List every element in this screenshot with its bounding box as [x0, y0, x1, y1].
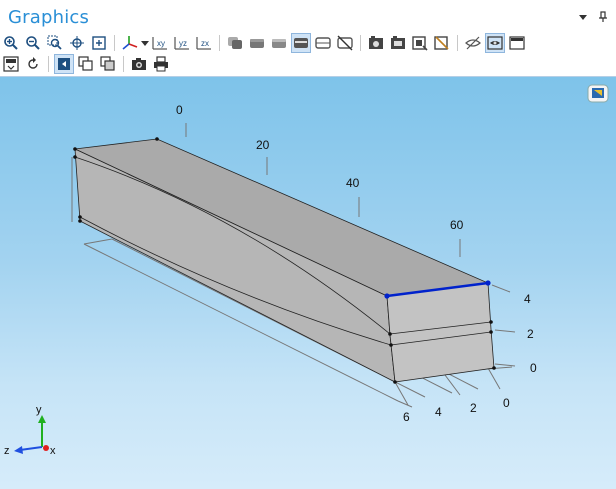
title-bar: Graphics: [0, 0, 616, 32]
photo-icon[interactable]: [129, 54, 149, 74]
toolbar-row-2: [0, 53, 616, 75]
print-icon[interactable]: [151, 54, 171, 74]
axis-tick-right-2: 2: [527, 327, 534, 341]
graphics-viewport[interactable]: 0 20 40 60 4 2 0 0 2 4 6 y z x: [0, 76, 616, 489]
copy-icon[interactable]: [76, 54, 96, 74]
graphics-window: Graphics xy yz zx 0 20 40 60 4 2 0 0 2 4…: [0, 0, 616, 489]
selected-vertex-1: [384, 293, 390, 299]
view-dropdown-icon[interactable]: [141, 33, 149, 53]
dropdown-icon[interactable]: [576, 10, 590, 24]
toolbar-separator: [114, 35, 115, 51]
view-zx-icon[interactable]: zx: [194, 33, 214, 53]
axis-tick-top-0: 0: [176, 103, 183, 117]
select-boundaries-icon[interactable]: [291, 33, 311, 53]
axis-tick-bottom-0: 0: [503, 396, 510, 410]
view-xy-icon[interactable]: xy: [150, 33, 170, 53]
axis-tick-right-0: 0: [530, 361, 537, 375]
camera-icon[interactable]: [388, 33, 408, 53]
render-icon[interactable]: [269, 33, 289, 53]
toolbar-separator: [360, 35, 361, 51]
reset-view-icon[interactable]: [23, 54, 43, 74]
reset-icon[interactable]: [432, 33, 452, 53]
svg-text:zx: zx: [201, 39, 209, 48]
scene-canvas[interactable]: 0 20 40 60 4 2 0 0 2 4 6 y z x: [0, 77, 616, 489]
axis-tick-bottom-2: 2: [470, 401, 477, 415]
grid-icon[interactable]: [1, 54, 21, 74]
capture-icon[interactable]: [410, 33, 430, 53]
lighting-icon[interactable]: [54, 54, 74, 74]
image-snapshot-icon[interactable]: [366, 33, 386, 53]
view-axes-icon[interactable]: [120, 33, 140, 53]
transparency-icon[interactable]: [225, 33, 245, 53]
wireframe-icon[interactable]: [247, 33, 267, 53]
triad-x-label: x: [50, 445, 56, 457]
axis-tick-right-4: 4: [524, 292, 531, 306]
panel-icon[interactable]: [507, 33, 527, 53]
select-edges-icon[interactable]: [313, 33, 333, 53]
axis-tick-top-20: 20: [256, 138, 270, 152]
view-yz-icon[interactable]: yz: [172, 33, 192, 53]
toolbar-row-1: xy yz zx: [0, 32, 616, 54]
paste-icon[interactable]: [98, 54, 118, 74]
toolbar-separator: [457, 35, 458, 51]
show-icon[interactable]: [485, 33, 505, 53]
zoom-box-icon[interactable]: [45, 33, 65, 53]
coordinate-triad: y z x: [4, 404, 56, 457]
clear-selection-icon[interactable]: [335, 33, 355, 53]
zoom-out-icon[interactable]: [23, 33, 43, 53]
axis-tick-top-40: 40: [346, 176, 360, 190]
window-title: Graphics: [8, 7, 90, 28]
zoom-extents-icon[interactable]: [89, 33, 109, 53]
zoom-selected-icon[interactable]: [67, 33, 87, 53]
triad-y-label: y: [36, 404, 42, 416]
triad-z-label: z: [4, 445, 10, 457]
hide-icon[interactable]: [463, 33, 483, 53]
toolbar-separator: [219, 35, 220, 51]
view-orientation-icon[interactable]: [587, 84, 609, 103]
axis-tick-bottom-4: 4: [435, 405, 442, 419]
axis-tick-bottom-6: 6: [403, 410, 410, 424]
toolbar-separator: [123, 56, 124, 72]
svg-text:yz: yz: [179, 39, 187, 48]
toolbar-separator: [48, 56, 49, 72]
selected-vertex-2: [485, 280, 491, 286]
axis-tick-top-60: 60: [450, 218, 464, 232]
svg-text:xy: xy: [157, 39, 165, 48]
zoom-in-icon[interactable]: [1, 33, 21, 53]
pin-icon[interactable]: [596, 10, 610, 24]
